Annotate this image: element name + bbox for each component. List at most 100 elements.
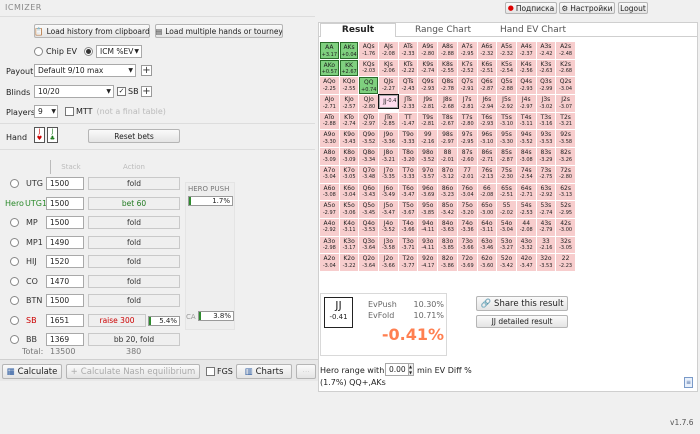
range-cell[interactable]: 33 -2.16 bbox=[536, 236, 556, 254]
card-club[interactable]: J ♣ bbox=[47, 127, 58, 143]
range-cell[interactable]: QTo -2.97 bbox=[359, 112, 379, 130]
range-cell[interactable]: K6o -3.04 bbox=[339, 183, 359, 201]
range-cell[interactable]: K5s -2.54 bbox=[497, 59, 516, 77]
range-cell[interactable]: 82o -3.86 bbox=[438, 254, 457, 271]
range-cell[interactable]: 87s -2.60 bbox=[457, 148, 477, 165]
range-cell[interactable]: 74s -2.54 bbox=[516, 165, 536, 183]
range-cell[interactable]: 93o -4.11 bbox=[418, 236, 438, 254]
range-cell[interactable]: 42s -3.00 bbox=[556, 218, 575, 236]
range-cell[interactable]: 53o -3.27 bbox=[497, 236, 516, 254]
hero-select-radio[interactable] bbox=[10, 179, 19, 188]
range-cell[interactable]: J2s -3.07 bbox=[556, 95, 575, 112]
range-cell[interactable]: 93s -3.53 bbox=[536, 130, 556, 148]
range-cell[interactable]: Q2s -3.04 bbox=[556, 77, 575, 95]
range-cell[interactable]: 65o -3.00 bbox=[477, 201, 497, 218]
range-cell[interactable]: T4s -3.11 bbox=[516, 112, 536, 130]
range-cell[interactable]: A5o -2.97 bbox=[320, 201, 339, 218]
range-cell[interactable]: 43o -3.32 bbox=[516, 236, 536, 254]
range-cell[interactable]: QJs -2.27 bbox=[379, 77, 398, 95]
range-cell[interactable]: 53s -2.74 bbox=[536, 201, 556, 218]
range-cell[interactable]: 97s -2.95 bbox=[457, 130, 477, 148]
range-cell[interactable]: 52s -2.95 bbox=[556, 201, 575, 218]
reset-bets-button[interactable]: Reset bets bbox=[88, 129, 180, 143]
range-cell[interactable]: 76o -3.04 bbox=[457, 183, 477, 201]
range-cell[interactable]: 76s -2.13 bbox=[477, 165, 497, 183]
range-cell[interactable]: 64o -3.11 bbox=[477, 218, 497, 236]
range-cell[interactable]: Q7o -3.48 bbox=[359, 165, 379, 183]
range-cell[interactable]: T3o -3.71 bbox=[398, 236, 418, 254]
range-cell[interactable]: T5o -3.67 bbox=[398, 201, 418, 218]
range-cell[interactable]: 86o -3.23 bbox=[438, 183, 457, 201]
action-field[interactable]: bb 20, fold bbox=[88, 333, 180, 346]
load-history-button[interactable]: 📋 Load history from clipboard bbox=[34, 24, 150, 38]
range-cell[interactable]: Q9o -3.52 bbox=[359, 130, 379, 148]
hero-select-radio[interactable] bbox=[10, 257, 19, 266]
range-cell[interactable]: 88 -2.01 bbox=[438, 148, 457, 165]
range-cell[interactable]: 73o -3.66 bbox=[457, 236, 477, 254]
range-cell[interactable]: 62o -3.60 bbox=[477, 254, 497, 271]
stack-input[interactable]: 1500 bbox=[46, 216, 84, 229]
extra-button[interactable]: ⋯ bbox=[296, 364, 316, 379]
range-cell[interactable]: T2o -3.77 bbox=[398, 254, 418, 271]
stack-input[interactable]: 1490 bbox=[46, 235, 84, 249]
range-cell[interactable]: ATo -2.88 bbox=[320, 112, 339, 130]
range-cell[interactable]: 95s -3.30 bbox=[497, 130, 516, 148]
range-cell[interactable]: K5o -3.06 bbox=[339, 201, 359, 218]
range-cell[interactable]: Q4o -3.53 bbox=[359, 218, 379, 236]
action-field[interactable]: fold bbox=[88, 235, 180, 249]
hero-select-radio[interactable] bbox=[10, 315, 19, 325]
range-cell[interactable]: 94o -4.11 bbox=[418, 218, 438, 236]
range-cell[interactable]: 96s -3.10 bbox=[477, 130, 497, 148]
calculate-button[interactable]: ▦ Calculate bbox=[2, 364, 62, 379]
range-cell[interactable]: 42o -3.47 bbox=[516, 254, 536, 271]
blinds-select[interactable]: 10/20 ▼ bbox=[34, 85, 114, 98]
range-cell[interactable]: ATs -2.33 bbox=[398, 42, 418, 59]
range-cell[interactable]: 75o -3.20 bbox=[457, 201, 477, 218]
add-payout-button[interactable]: + bbox=[141, 65, 152, 76]
range-cell[interactable]: A8s -2.88 bbox=[438, 42, 457, 59]
range-cell[interactable]: J8s -2.68 bbox=[438, 95, 457, 112]
stack-input[interactable]: 1369 bbox=[46, 333, 84, 346]
range-cell[interactable]: AKo +0.57 bbox=[320, 59, 339, 77]
range-cell[interactable]: JJ-0.41 bbox=[378, 94, 399, 110]
range-cell[interactable]: A2o -3.04 bbox=[320, 254, 339, 271]
stack-input[interactable]: 1651 bbox=[46, 313, 84, 327]
stack-input[interactable]: 1500 bbox=[46, 196, 84, 210]
range-cell[interactable]: Q4s -2.93 bbox=[516, 77, 536, 95]
range-cell[interactable]: 83s -3.29 bbox=[536, 148, 556, 165]
tab-result[interactable]: Result bbox=[320, 23, 396, 37]
range-cell[interactable]: KJs -2.06 bbox=[379, 59, 398, 77]
logout-button[interactable]: Logout bbox=[618, 2, 648, 14]
range-cell[interactable]: 97o -3.57 bbox=[418, 165, 438, 183]
range-cell[interactable]: A9o -3.30 bbox=[320, 130, 339, 148]
range-cell[interactable]: 94s -3.52 bbox=[516, 130, 536, 148]
range-cell[interactable]: J9s -2.81 bbox=[418, 95, 438, 112]
range-cell[interactable]: 84s -3.08 bbox=[516, 148, 536, 165]
range-cell[interactable]: A3s -2.42 bbox=[536, 42, 556, 59]
range-cell[interactable]: Q3o -3.64 bbox=[359, 236, 379, 254]
action-field[interactable]: bet 60 bbox=[88, 196, 180, 210]
sb-toggle[interactable]: ✓ SB bbox=[117, 87, 139, 96]
range-cell[interactable]: 62s -3.13 bbox=[556, 183, 575, 201]
range-cell[interactable]: Q5s -2.88 bbox=[497, 77, 516, 95]
range-cell[interactable]: J4s -2.97 bbox=[516, 95, 536, 112]
range-cell[interactable]: 32o -3.53 bbox=[536, 254, 556, 271]
stack-input[interactable]: 1470 bbox=[46, 274, 84, 288]
range-cell[interactable]: T8o -3.20 bbox=[398, 148, 418, 165]
range-cell[interactable]: 63o -3.46 bbox=[477, 236, 497, 254]
range-cell[interactable]: 54s -2.53 bbox=[516, 201, 536, 218]
range-cell[interactable]: KTs -2.22 bbox=[398, 59, 418, 77]
range-cell[interactable]: J7s -2.81 bbox=[457, 95, 477, 112]
range-cell[interactable]: TT -1.47 bbox=[398, 112, 418, 130]
min-ev-diff-input[interactable]: 0.00 bbox=[385, 363, 409, 376]
range-cell[interactable]: 86s -2.71 bbox=[477, 148, 497, 165]
icm-mode-select[interactable]: ICM %EV ▼ bbox=[96, 45, 143, 58]
range-cell[interactable]: 66 -2.08 bbox=[477, 183, 497, 201]
stack-input[interactable]: 1500 bbox=[46, 294, 84, 307]
range-cell[interactable]: J3s -3.02 bbox=[536, 95, 556, 112]
range-cell[interactable]: 73s -2.75 bbox=[536, 165, 556, 183]
range-cell[interactable]: AQs -1.76 bbox=[359, 42, 379, 59]
tab-range-chart[interactable]: Range Chart bbox=[398, 24, 488, 37]
mtt-toggle[interactable]: MTT (not a final table) bbox=[65, 107, 166, 116]
range-cell[interactable]: 98o -3.52 bbox=[418, 148, 438, 165]
